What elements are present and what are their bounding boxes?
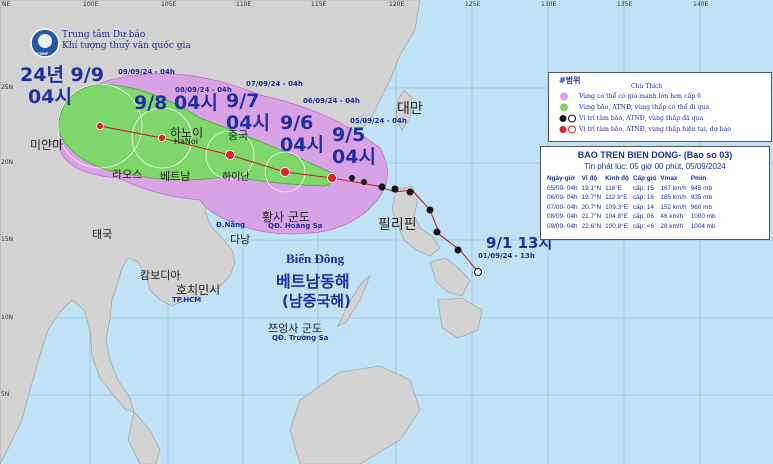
bulletin-issued: Tin phát lúc: 05 giờ 00 phút, 05/09/2024 (584, 162, 726, 171)
date-0907: 07/09/24 - 04h (246, 80, 303, 88)
label-0906: 9/6 04시 (280, 112, 324, 156)
lon-tick: 125E (465, 1, 481, 8)
date-0906: 06/09/24 - 04h (303, 97, 360, 105)
date-0909: 09/09/24 - 04h (118, 68, 175, 76)
legend-row-past: Vị trí tâm bão, ATNĐ, vùng thấp đã qua (579, 115, 704, 122)
agency-name: Trung tâm Dự báo Khí tượng thuỷ văn quốc… (62, 30, 191, 52)
bulletin-header-row: Ngày-giờ Vĩ độ Kinh độ Cấp gió Vmax Pmin (547, 175, 707, 182)
lon-tick: 105E (161, 1, 177, 8)
date-0905: 05/09/24 - 04h (350, 117, 407, 125)
genesis-point (474, 268, 482, 276)
lon-tick: 100E (83, 1, 99, 8)
label-hanoi-vn: HaNoi (174, 137, 199, 146)
legend-title: #범위 (559, 75, 581, 85)
legend-subtitle: Chú Thích (631, 83, 663, 90)
bulletin-table: Ngày-giờ Vĩ độ Kinh độ Cấp gió Vmax Pmin… (545, 174, 718, 231)
label-philippines: 필리핀 (378, 217, 417, 233)
label-0909: 24년 9/9 04시 (20, 64, 104, 108)
label-truongsa-vn: QĐ. Trường Sa (272, 334, 329, 342)
lat-tick: 20N (1, 159, 14, 166)
label-danang: 다낭 (230, 233, 251, 246)
label-laos: 라오스 (112, 168, 143, 181)
lat-tick: 15N (1, 236, 14, 243)
bulletin-panel: BAO TREN BIEN DONG- (Bao so 03) Tin phát… (540, 146, 770, 240)
legend-cone-swatch (560, 103, 568, 112)
legend-row-cone: Vùng bão, ATNĐ, vùng thấp có thể đi qua (579, 104, 710, 111)
label-taiwan: 대만 (397, 101, 423, 117)
label-sea-kr2: (남중국해) (282, 292, 351, 310)
table-row: 05/09- 04h 19.1°N 116°E cấp: 15 167 km/h 945 … (547, 184, 713, 192)
table-row: 09/09- 04h 22.6°N 100.8°E cấp: <6 28 km/h 100… (547, 222, 716, 230)
label-myanmar: 미얀마 (30, 138, 64, 152)
legend-row-wind: Vùng có thể có gió mạnh lớn hơn cấp 6 (579, 93, 702, 100)
label-hoangsa-vn: QĐ. Hoàng Sa (268, 222, 323, 230)
lon-tick: 130E (541, 1, 557, 8)
legend-wind-swatch (560, 92, 568, 101)
date-0901: 01/09/24 - 13h (478, 252, 535, 260)
bulletin-title: BAO TREN BIEN DONG- (Bao so 03) (577, 150, 733, 160)
date-0908: 08/09/24 - 04h (175, 86, 232, 94)
legend-row-forecast: Vị trí tâm bão, ATNĐ, vùng thấp hiện tại… (579, 126, 732, 133)
lat-tick: 5N (1, 391, 10, 398)
agency-badge: NCHMF (34, 52, 49, 56)
label-china: 중국 (228, 129, 249, 142)
label-hainan: 하이난 (222, 172, 250, 183)
lon-tick: 115E (311, 1, 327, 8)
lat-tick: 25N (1, 84, 14, 91)
legend-panel: #범위 Chú Thích Vùng có thể có gió mạnh lớ… (548, 72, 772, 142)
lon-tick: 135E (617, 1, 633, 8)
lon-tick: 120E (389, 1, 405, 8)
lon-tick: 110E (236, 1, 252, 8)
label-vietnam: 베트남 (160, 170, 191, 183)
table-row: 07/09- 04h 20.7°N 109.3°E cấp: 14 152 km/h 96… (547, 203, 713, 211)
agency-line2: Khí tượng thuỷ văn quốc gia (62, 41, 191, 51)
legend-past-swatch (559, 114, 576, 123)
label-0905: 9/5 04시 (332, 124, 376, 168)
label-hcm-vn: TP.HCM (172, 296, 202, 304)
table-row: 08/09- 04h 21.7°N 104.8°E cấp: 06 46 km/h 100… (547, 213, 716, 220)
label-sea-vn: Biển Đông (286, 251, 345, 266)
legend-forecast-swatch (559, 125, 576, 134)
agency-line1: Trung tâm Dự báo (62, 30, 146, 40)
lat-tick: 10N (1, 314, 14, 321)
lon-tick: 140E (693, 1, 709, 8)
label-cambodia: 캄보디아 (140, 269, 181, 282)
label-sea-kr1: 베트남동해 (276, 272, 350, 291)
label-thailand: 태국 (92, 228, 113, 241)
axis-corner: NE (2, 1, 11, 8)
label-danang-vn: Đ.Nẵng (216, 221, 246, 229)
table-row: 06/09- 04h 19.7°N 112.9°E cấp: 16 185 km/h 93… (547, 194, 713, 201)
